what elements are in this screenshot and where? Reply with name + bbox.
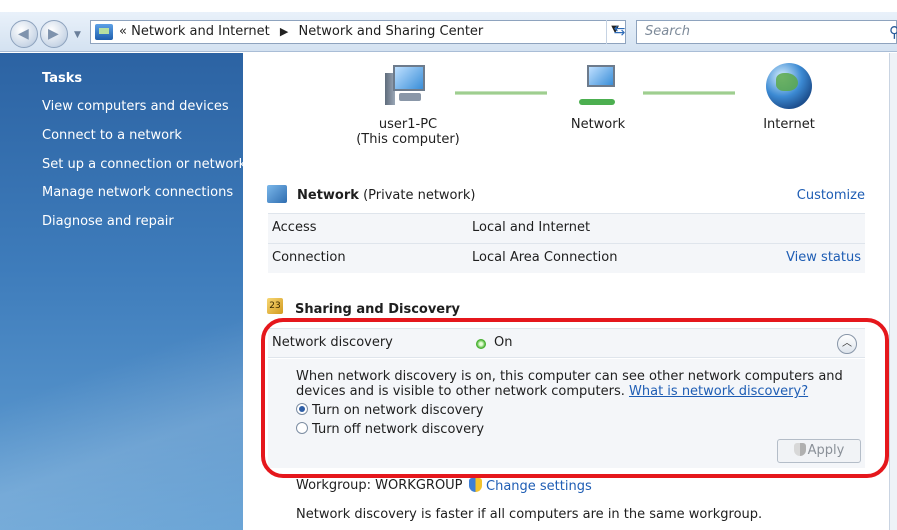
discovery-state: On	[494, 335, 513, 350]
network-discovery-panel: Network discovery On ︿ When network disc…	[268, 328, 865, 470]
sidebar-decoration	[0, 313, 243, 530]
forward-button[interactable]: ▶	[40, 20, 68, 48]
search-icon[interactable]: ⚲	[889, 23, 897, 41]
radio-selected-icon[interactable]	[296, 403, 308, 415]
network-discovery-row[interactable]: Network discovery On ︿	[268, 328, 865, 358]
network-heading: Network (Private network)	[297, 188, 475, 203]
collapse-chevron-icon[interactable]: ︿	[837, 334, 857, 354]
uac-shield-icon	[469, 478, 482, 492]
main-panel: user1-PC (This computer) Network Interne…	[243, 53, 897, 530]
back-button[interactable]: ◀	[10, 20, 38, 48]
internet-node-label: Internet	[763, 117, 815, 132]
task-manage-connections[interactable]: Manage network connections	[42, 185, 233, 200]
customize-link[interactable]: Customize	[797, 188, 865, 203]
connection-line	[643, 91, 735, 95]
discovery-label: Network discovery	[272, 335, 393, 350]
computer-name: user1-PC	[378, 117, 438, 132]
info-key: Connection	[272, 250, 346, 265]
control-panel-icon	[95, 24, 113, 40]
breadcrumb-network-and-sharing-center[interactable]: Network and Sharing Center	[298, 24, 483, 39]
internet-node[interactable]: Internet	[734, 63, 844, 132]
radio-unselected-icon[interactable]	[296, 422, 308, 434]
search-input[interactable]: Search ⚲	[636, 20, 897, 44]
scrollbar[interactable]	[889, 53, 897, 530]
task-diagnose-repair[interactable]: Diagnose and repair	[42, 214, 174, 229]
breadcrumb-separator-icon[interactable]: ▶	[274, 25, 294, 38]
task-view-computers[interactable]: View computers and devices	[42, 99, 229, 114]
workgroup-note: Network discovery is faster if all compu…	[296, 507, 763, 522]
radio-label: Turn on network discovery	[312, 403, 484, 418]
back-arrow-icon: ◀	[18, 26, 29, 42]
radio-turn-on[interactable]: Turn on network discovery	[296, 403, 483, 418]
discovery-description: When network discovery is on, this compu…	[296, 369, 858, 399]
status-on-icon	[476, 339, 486, 349]
task-setup-connection[interactable]: Set up a connection or network	[42, 157, 246, 172]
info-row-access: Access Local and Internet	[268, 213, 865, 243]
breadcrumb[interactable]: « Network and Internet ▶ Network and Sha…	[90, 20, 626, 44]
info-value: Local Area Connection	[472, 250, 618, 265]
info-value: Local and Internet	[472, 220, 591, 235]
view-status-link[interactable]: View status	[786, 250, 861, 265]
network-info-table: Access Local and Internet Connection Loc…	[268, 213, 865, 273]
radio-label: Turn off network discovery	[312, 422, 485, 437]
help-link[interactable]: What is network discovery?	[629, 384, 808, 399]
workgroup-label: Workgroup: WORKGROUP	[296, 478, 463, 493]
info-row-connection: Connection Local Area Connection View st…	[268, 243, 865, 273]
apply-button[interactable]: Apply	[777, 439, 861, 463]
breadcrumb-network-and-internet[interactable]: Network and Internet	[131, 24, 270, 39]
computer-icon	[385, 63, 431, 109]
recent-pages-chevron-icon[interactable]: ▼	[74, 30, 81, 40]
uac-shield-icon	[793, 443, 806, 456]
info-key: Access	[272, 220, 317, 235]
network-node[interactable]: Network	[543, 63, 653, 132]
network-name: Network	[297, 188, 359, 203]
discovery-details: When network discovery is on, this compu…	[268, 359, 865, 468]
network-node-label: Network	[570, 117, 626, 132]
breadcrumb-overflow[interactable]: «	[119, 24, 127, 39]
sharing-heading: Sharing and Discovery	[295, 302, 461, 317]
tasks-sidebar: Tasks View computers and devices Connect…	[0, 53, 246, 530]
network-icon	[267, 185, 287, 203]
task-connect-to-network[interactable]: Connect to a network	[42, 128, 182, 143]
apply-label: Apply	[807, 443, 845, 458]
sharing-icon: 23	[267, 298, 283, 314]
connection-line	[455, 91, 547, 95]
tasks-title: Tasks	[42, 71, 83, 86]
forward-arrow-icon: ▶	[48, 26, 59, 42]
computer-subtitle: (This computer)	[356, 132, 460, 147]
this-computer-node[interactable]: user1-PC (This computer)	[353, 63, 463, 147]
network-type: (Private network)	[363, 188, 476, 203]
change-settings-label: Change settings	[486, 479, 592, 494]
radio-turn-off[interactable]: Turn off network discovery	[296, 422, 484, 437]
change-settings-link[interactable]: Change settings	[469, 478, 592, 494]
refresh-icon[interactable]: ⇆	[606, 20, 632, 44]
search-placeholder: Search	[645, 24, 690, 39]
network-icon	[575, 63, 621, 109]
globe-icon	[766, 63, 812, 109]
